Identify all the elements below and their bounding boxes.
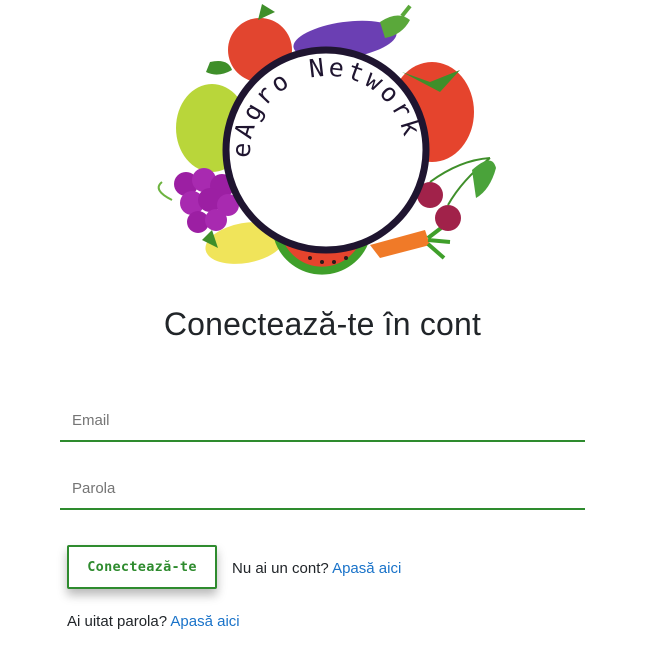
vegetable-wreath-logo: eAgro Network: [157, 4, 496, 275]
email-field[interactable]: [60, 400, 585, 442]
page-title: Conectează-te în cont: [163, 306, 482, 342]
register-prompt-text: Nu ai un cont?: [232, 560, 329, 577]
register-prompt: Nu ai un cont? Apasă aici: [232, 560, 401, 577]
login-button[interactable]: Conectează-te: [67, 545, 217, 589]
email-input[interactable]: [60, 400, 585, 440]
register-link[interactable]: Apasă aici: [332, 560, 401, 577]
password-input[interactable]: [60, 468, 585, 508]
forgot-password-link[interactable]: Apasă aici: [170, 613, 239, 630]
forgot-password-prompt: Ai uitat parola? Apasă aici: [67, 613, 240, 630]
password-field[interactable]: [60, 468, 585, 510]
cherry-icon: [435, 205, 461, 231]
forgot-prompt-text: Ai uitat parola?: [67, 613, 168, 630]
logo: eAgro Network: [140, 0, 510, 300]
